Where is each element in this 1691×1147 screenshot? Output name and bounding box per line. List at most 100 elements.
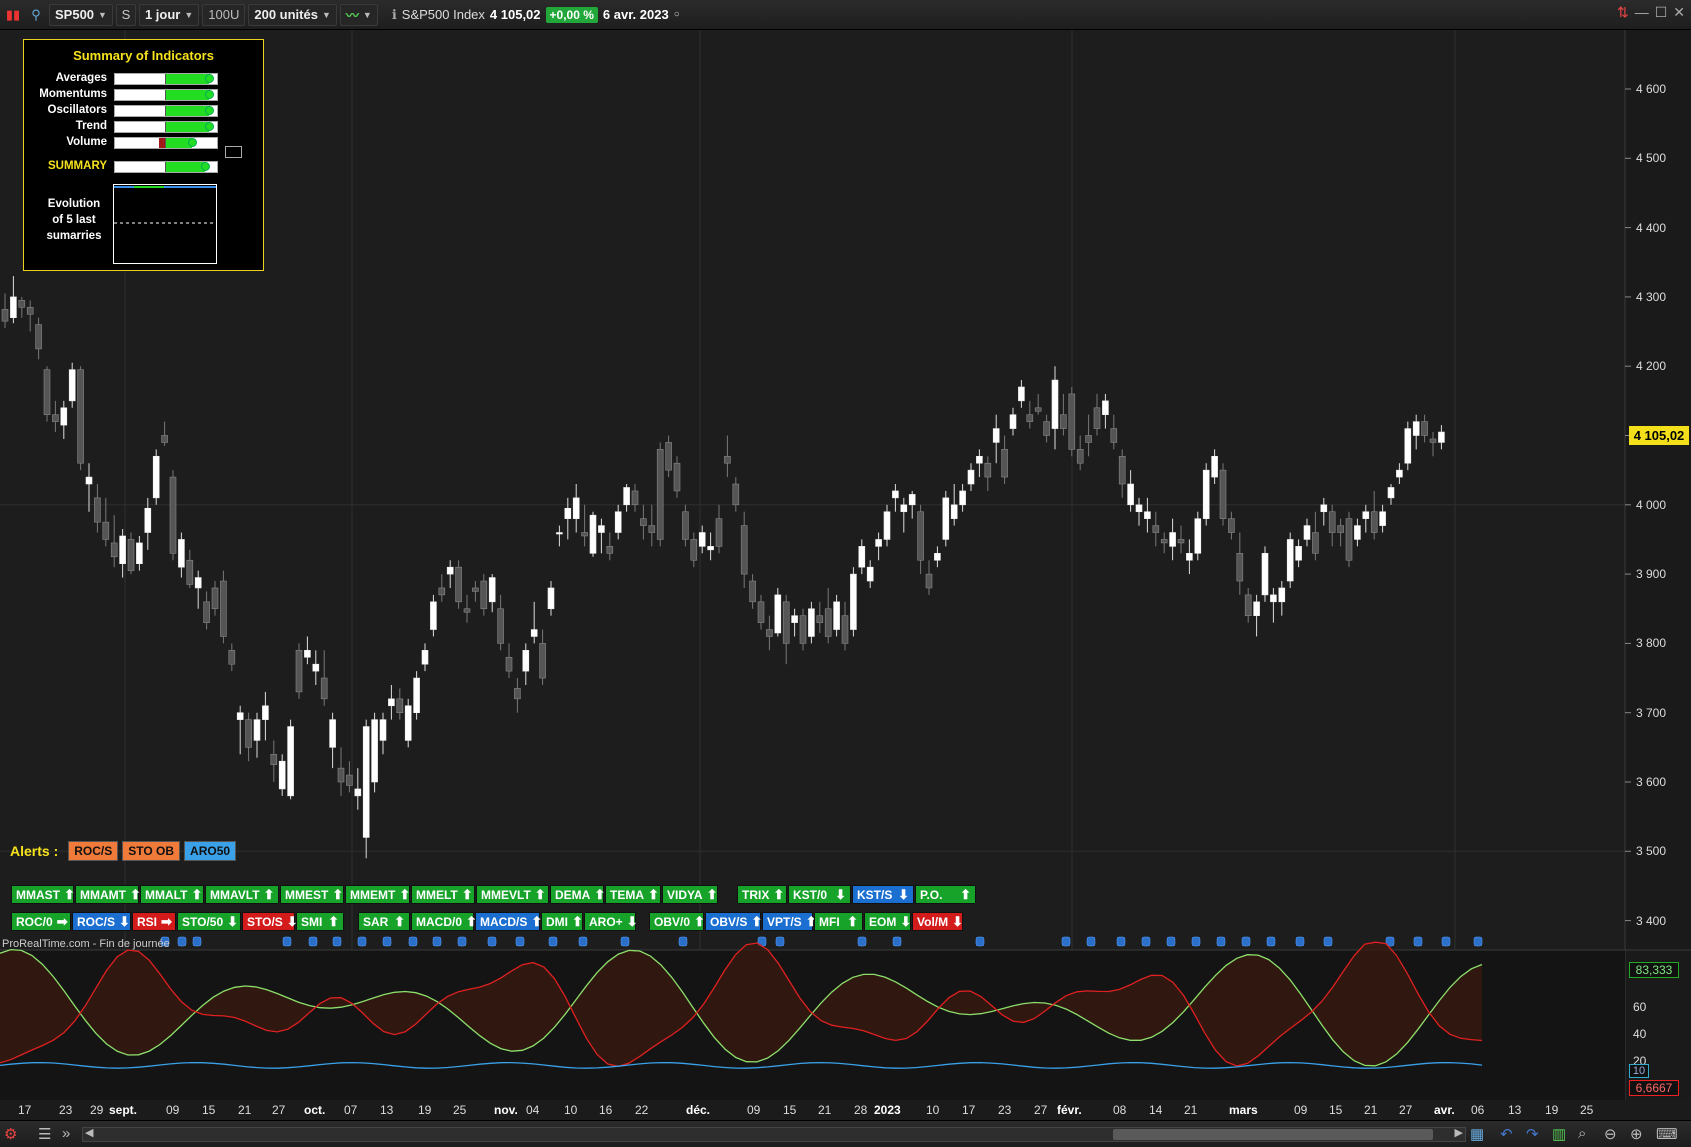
indicator-badge[interactable]: STO/S ⬇ bbox=[242, 912, 298, 931]
indicator-badge[interactable]: RSI ➡ bbox=[132, 912, 176, 931]
event-marker bbox=[1473, 936, 1483, 947]
alert-tag[interactable]: ROC/S bbox=[68, 841, 119, 861]
indicator-badge[interactable]: Vol/M ⬇ bbox=[912, 912, 963, 931]
candle-body bbox=[1320, 504, 1328, 513]
candle-body bbox=[1219, 469, 1227, 519]
badge-label: ROC/S bbox=[77, 914, 116, 929]
indicator-badge[interactable]: TRIX ⬆ bbox=[737, 885, 787, 904]
zoom-in-icon[interactable]: ⊕ bbox=[1630, 1125, 1643, 1143]
date-major-label: déc. bbox=[686, 1103, 711, 1117]
candle-body bbox=[1362, 511, 1370, 519]
indicator-badge[interactable]: ARO+ ⬇ bbox=[584, 912, 638, 931]
indicator-badge[interactable]: KST/0 ⬇ bbox=[788, 885, 851, 904]
candle-body bbox=[1286, 539, 1294, 582]
chevron-down-icon: ▼ bbox=[362, 9, 372, 20]
candle-body bbox=[1312, 532, 1319, 554]
scroll-right-icon[interactable]: ▶ bbox=[1455, 1126, 1463, 1139]
indicator-badge[interactable]: VPT/S ⬆ bbox=[762, 912, 817, 931]
event-marker bbox=[578, 936, 588, 947]
indicator-badge[interactable]: ROC/S ⬇ bbox=[72, 912, 131, 931]
badge-label: RSI bbox=[137, 914, 158, 929]
indicator-badge[interactable]: VIDYA ⬆ bbox=[662, 885, 718, 904]
indicator-badge[interactable]: MMAMT ⬆ bbox=[75, 885, 141, 904]
indicator-badge[interactable]: KST/S ⬇ bbox=[852, 885, 914, 904]
menu-icon[interactable]: ☰ bbox=[38, 1125, 51, 1143]
date-tick-label: 13 bbox=[1508, 1103, 1522, 1117]
candle-body bbox=[942, 497, 950, 540]
candle-body bbox=[68, 369, 76, 402]
candle-body bbox=[1068, 393, 1076, 450]
indicator-badge[interactable]: OBV/0 ⬆ bbox=[649, 912, 705, 931]
arrow-up-icon: ⬆ bbox=[694, 913, 705, 929]
indicator-badge[interactable]: MACD/S ⬆ bbox=[475, 912, 542, 931]
indicator-badge[interactable]: EOM ⬇ bbox=[864, 912, 911, 931]
badge-label: OBV/0 bbox=[654, 914, 691, 929]
bar-chart-icon[interactable]: ▥ bbox=[1552, 1125, 1566, 1143]
indicator-badge[interactable]: P.O. ⬆ bbox=[915, 885, 976, 904]
close-icon[interactable]: ✕ bbox=[1673, 4, 1685, 21]
indicator-badge[interactable]: MFI ⬆ bbox=[814, 912, 863, 931]
date-major-label: mars bbox=[1229, 1103, 1258, 1117]
arrow-up-icon: ⬆ bbox=[399, 886, 411, 902]
units-selector[interactable]: 200 unités ▼ bbox=[248, 3, 337, 26]
badge-label: Vol/M bbox=[917, 914, 949, 929]
indicator-badge[interactable]: MACD/0 ⬆ bbox=[411, 912, 477, 931]
scroll-left-icon[interactable]: ◀ bbox=[85, 1126, 93, 1139]
sync-icon[interactable]: ⇅ bbox=[1617, 4, 1629, 21]
indicator-icon[interactable]: ⚲ bbox=[26, 4, 46, 26]
scroll-thumb[interactable] bbox=[1113, 1129, 1433, 1140]
candle-body bbox=[488, 577, 496, 603]
indicator-badge[interactable]: OBV/S ⬆ bbox=[705, 912, 763, 931]
calendar-icon[interactable]: ▦ bbox=[1470, 1125, 1484, 1143]
indicator-badge[interactable]: DEMA ⬆ bbox=[550, 885, 605, 904]
arrow-up-icon: ⬆ bbox=[394, 913, 405, 929]
indicator-badge[interactable]: MMEST ⬆ bbox=[280, 885, 344, 904]
expand-icon[interactable]: » bbox=[62, 1125, 70, 1142]
indicator-badge[interactable]: TEMA ⬆ bbox=[605, 885, 661, 904]
indicator-badge[interactable]: MMAVLT ⬆ bbox=[205, 885, 279, 904]
redo-icon[interactable]: ↷ bbox=[1526, 1125, 1539, 1143]
app-logo-icon[interactable]: ⚙ bbox=[4, 1125, 17, 1143]
zoom-fit-icon[interactable]: ⌕ bbox=[1578, 1125, 1586, 1142]
units-button[interactable]: 100U bbox=[202, 3, 246, 26]
candle-body bbox=[10, 296, 17, 318]
candle-body bbox=[816, 615, 824, 623]
candle-body bbox=[60, 407, 68, 426]
indicator-badge[interactable]: ROC/0 ➡ bbox=[11, 912, 71, 931]
maximize-icon[interactable]: ☐ bbox=[1655, 4, 1668, 21]
time-scrollbar[interactable]: ◀ ▶ bbox=[82, 1127, 1466, 1142]
undo-icon[interactable]: ↶ bbox=[1500, 1125, 1513, 1143]
indicator-badge[interactable]: MMALT ⬆ bbox=[140, 885, 204, 904]
zoom-out-icon[interactable]: ⊖ bbox=[1604, 1125, 1617, 1143]
candle-body bbox=[472, 587, 479, 592]
period-selector[interactable]: 1 jour ▼ bbox=[138, 3, 200, 26]
candle-body bbox=[43, 369, 51, 416]
indicator-badge[interactable]: STO/50 ⬇ bbox=[177, 912, 241, 931]
indicator-badge[interactable]: SMI ⬆ bbox=[296, 912, 344, 931]
indicator-badge[interactable]: DMI ⬆ bbox=[541, 912, 583, 931]
info-icon[interactable]: ℹ bbox=[392, 7, 397, 23]
indicator-badge[interactable]: MMAST ⬆ bbox=[11, 885, 75, 904]
indicator-badge[interactable]: MMELT ⬆ bbox=[411, 885, 475, 904]
alert-tag[interactable]: ARO50 bbox=[184, 841, 237, 861]
arrow-down-icon: ⬇ bbox=[626, 913, 638, 929]
s-button[interactable]: S bbox=[115, 3, 136, 26]
arrow-down-icon: ⬇ bbox=[119, 913, 130, 929]
indicator-badge[interactable]: SAR ⬆ bbox=[358, 912, 410, 931]
candle-body bbox=[1, 309, 9, 322]
arrow-up-icon: ⬆ bbox=[751, 913, 763, 929]
candle-body bbox=[304, 650, 311, 658]
chart-type-icon[interactable]: ▮▮ bbox=[3, 4, 23, 26]
date-tick-label: 19 bbox=[1545, 1103, 1559, 1117]
date-tick-label: 09 bbox=[1294, 1103, 1308, 1117]
indicator-badge[interactable]: MMEMT ⬆ bbox=[345, 885, 410, 904]
alert-tag[interactable]: STO OB bbox=[122, 841, 181, 861]
indicators-menu[interactable]: 〰 ▼ bbox=[339, 3, 378, 26]
candle-body bbox=[564, 507, 572, 519]
indicator-badge[interactable]: MMEVLT ⬆ bbox=[476, 885, 549, 904]
candle-body bbox=[1379, 511, 1386, 526]
summary-toggle-box[interactable] bbox=[225, 146, 242, 158]
minimize-icon[interactable]: — bbox=[1635, 4, 1649, 21]
keyboard-icon[interactable]: ⌨ bbox=[1656, 1125, 1678, 1143]
symbol-selector[interactable]: SP500 ▼ bbox=[49, 3, 113, 26]
